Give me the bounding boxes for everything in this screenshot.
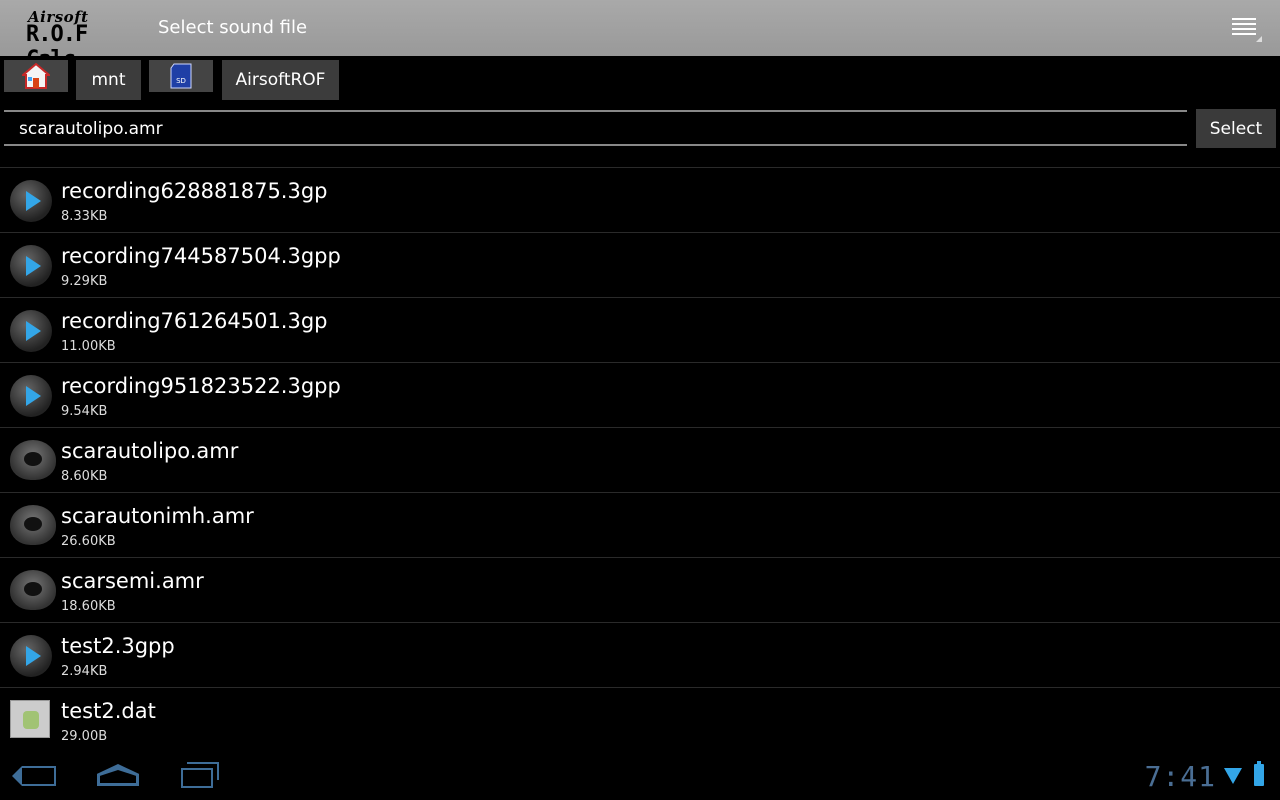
sound-file-icon: [10, 570, 56, 614]
file-name: scarautonimh.amr: [61, 504, 254, 528]
system-bar: 7:41: [0, 750, 1280, 800]
file-size: 9.29KB: [61, 274, 108, 289]
svg-text:SD: SD: [176, 77, 186, 85]
file-name: recording744587504.3gpp: [61, 244, 341, 268]
back-icon: [12, 766, 56, 786]
home-button[interactable]: [95, 762, 141, 790]
select-button[interactable]: Select: [1196, 109, 1276, 148]
status-clock[interactable]: 7:41: [1145, 760, 1216, 793]
file-list[interactable]: recording628881875.3gp 8.33KB recording744…: [0, 150, 1280, 750]
back-button[interactable]: [12, 762, 62, 790]
file-row[interactable]: scarautonimh.amr 26.60KB: [0, 493, 1280, 558]
overflow-menu-icon[interactable]: [1232, 18, 1262, 42]
file-size: 8.60KB: [61, 469, 108, 484]
sound-file-icon: [10, 505, 56, 549]
file-name: test2.3gpp: [61, 634, 175, 658]
action-bar: Airsoft R.O.F Calc Select sound file: [0, 0, 1280, 72]
home-icon: [22, 63, 50, 89]
page-title: Select sound file: [158, 17, 308, 38]
breadcrumb-sdcard[interactable]: SD: [149, 60, 213, 92]
app-logo[interactable]: Airsoft R.O.F Calc: [24, 8, 134, 72]
breadcrumb-airsoftrof[interactable]: AirsoftROF: [222, 60, 339, 100]
home-nav-icon: [97, 764, 139, 786]
breadcrumb-label: AirsoftROF: [235, 70, 326, 90]
play-icon: [10, 635, 54, 679]
file-size: 11.00KB: [61, 339, 116, 354]
file-size: 8.33KB: [61, 209, 108, 224]
file-row[interactable]: recording951823522.3gpp 9.54KB: [0, 363, 1280, 428]
play-icon: [10, 180, 54, 224]
wifi-icon: [1224, 768, 1242, 784]
file-row[interactable]: scarautolipo.amr 8.60KB: [0, 428, 1280, 493]
file-name: scarsemi.amr: [61, 569, 204, 593]
file-size: 2.94KB: [61, 664, 108, 679]
play-icon: [10, 310, 54, 354]
file-row[interactable]: test2.3gpp 2.94KB: [0, 623, 1280, 688]
file-size: 18.60KB: [61, 599, 116, 614]
file-name: recording628881875.3gp: [61, 179, 328, 203]
list-item-partial[interactable]: [0, 150, 1280, 168]
file-size: 9.54KB: [61, 404, 108, 419]
play-icon: [10, 375, 54, 419]
file-row[interactable]: test2.dat 29.00B: [0, 688, 1280, 750]
sd-card-icon: SD: [170, 63, 192, 89]
battery-icon: [1254, 761, 1264, 786]
file-size: 29.00B: [61, 729, 108, 744]
file-row[interactable]: scarsemi.amr 18.60KB: [0, 558, 1280, 623]
sound-file-icon: [10, 440, 56, 484]
play-icon: [10, 245, 54, 289]
recent-apps-icon: [181, 762, 219, 788]
file-name: recording951823522.3gpp: [61, 374, 341, 398]
generic-file-icon: [10, 700, 54, 744]
file-name: scarautolipo.amr: [61, 439, 239, 463]
file-name: test2.dat: [61, 699, 156, 723]
file-size: 26.60KB: [61, 534, 116, 549]
file-row[interactable]: recording744587504.3gpp 9.29KB: [0, 233, 1280, 298]
file-row[interactable]: recording761264501.3gp 11.00KB: [0, 298, 1280, 363]
file-row[interactable]: recording628881875.3gp 8.33KB: [0, 168, 1280, 233]
breadcrumb-mnt[interactable]: mnt: [76, 60, 141, 100]
breadcrumb-label: mnt: [91, 70, 126, 90]
file-name: recording761264501.3gp: [61, 309, 328, 333]
recent-apps-button[interactable]: [175, 762, 221, 790]
breadcrumb-home[interactable]: [4, 60, 68, 92]
filename-input[interactable]: scarautolipo.amr: [4, 110, 1187, 146]
